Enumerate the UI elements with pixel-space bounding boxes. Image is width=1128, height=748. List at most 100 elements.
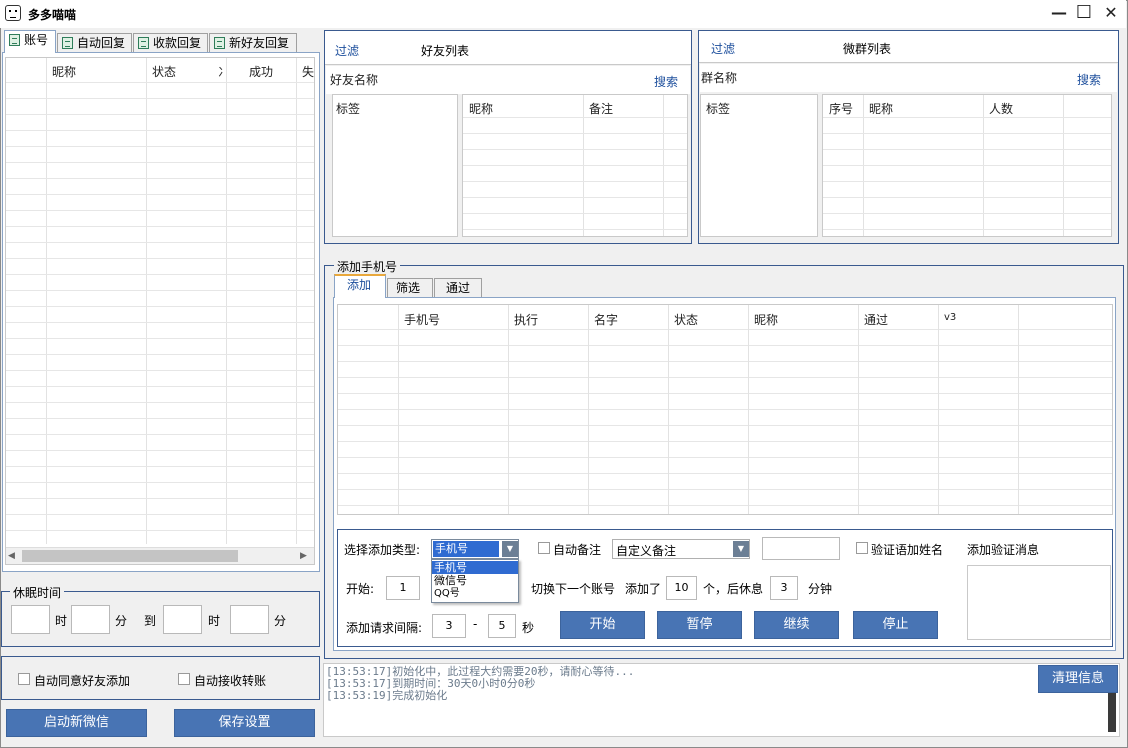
dropdown-option[interactable]: 手机号 [432,561,518,574]
dropdown-option[interactable]: 微信号 [432,574,518,587]
log-line: [13:53:19]完成初始化 [326,689,448,702]
add-type-select[interactable]: 手机号 ▼ [431,539,519,559]
column-header: 昵称 [52,65,77,79]
grid-row-line [6,194,314,195]
options-group: 自动同意好友添加 自动接收转账 [1,656,320,700]
grid-row-line [6,434,314,435]
account-table[interactable]: 昵称 状态 冫 成功 失 ◀ ▶ [5,57,315,565]
scroll-left-icon[interactable]: ◀ [8,551,15,561]
account-tab-panel: 昵称 状态 冫 成功 失 ◀ ▶ [2,52,320,572]
continue-button[interactable]: 继续 [754,611,839,639]
custom-remark-select[interactable]: 自定义备注 ▼ [612,539,750,559]
grid-row-line [338,505,1112,506]
column-header: 标签 [336,102,361,116]
to-label: 到 [144,614,157,628]
grid-line [748,305,749,514]
column-header: 名字 [594,313,619,327]
friend-tag-list[interactable]: 标签 [332,94,458,237]
auto-remark-checkbox[interactable] [538,542,550,554]
column-header: 手机号 [404,313,441,327]
auto-receive-checkbox[interactable] [178,673,190,685]
sleep-end-hour-input[interactable] [163,605,202,634]
save-settings-button[interactable]: 保存设置 [174,709,315,737]
minimize-icon[interactable]: — [1049,4,1069,24]
grid-row-line [338,425,1112,426]
tab-payment-reply[interactable]: 收款回复 [133,33,208,53]
auto-accept-checkbox[interactable] [18,673,30,685]
stop-button[interactable]: 停止 [853,611,938,639]
friend-list-header: 过滤 好友列表 [325,31,691,65]
pause-button[interactable]: 暂停 [657,611,742,639]
log-area[interactable]: [13:53:17]初始化中，此过程大约需要20秒，请耐心等待... [13:5… [323,663,1120,737]
friend-filter-link[interactable]: 过滤 [335,42,359,59]
column-header: 昵称 [754,313,779,327]
hour-label: 时 [55,614,68,628]
start-index-input[interactable]: 1 [386,576,420,600]
grid-row-line [463,229,687,230]
column-header: 状态 [674,313,699,327]
grid-row-line [823,197,1111,198]
document-icon [9,34,20,46]
column-header: 通过 [864,313,889,327]
dropdown-option[interactable]: QQ号 [432,587,518,600]
tab-filter[interactable]: 筛选 [387,278,433,298]
column-header: 序号 [829,102,854,116]
tab-new-friend-reply[interactable]: 新好友回复 [209,33,297,53]
tab-label: 添加 [347,278,372,292]
group-filter-link[interactable]: 过滤 [711,40,735,57]
column-header: 冫 [218,65,231,79]
friend-search-bar: 好友名称 搜索 [326,66,690,94]
grid-row-line [6,130,314,131]
grid-row-line [6,354,314,355]
start-button[interactable]: 开始 [560,611,645,639]
grid-row-line [463,149,687,150]
start-label: 开始: [346,582,375,596]
grid-row-line [6,498,314,499]
tab-account[interactable]: 账号 [4,30,56,53]
close-icon[interactable]: ✕ [1101,4,1121,24]
group-table[interactable]: 序号 昵称 人数 [822,94,1112,237]
interval-from-input[interactable]: 3 [432,614,466,638]
group-tag-list[interactable]: 标签 [700,94,818,237]
sleep-start-minute-input[interactable] [71,605,110,634]
maximize-icon[interactable]: ☐ [1074,4,1094,24]
sleep-start-hour-input[interactable] [11,605,50,634]
grid-row-line [6,146,314,147]
tab-pass[interactable]: 通过 [434,278,482,298]
grid-row-line [463,197,687,198]
grid-row-line [823,213,1111,214]
grid-row-line [6,386,314,387]
friend-search-button[interactable]: 搜索 [654,73,678,90]
log-scrollbar[interactable] [1108,692,1116,732]
chevron-down-icon[interactable]: ▼ [502,541,518,557]
scrollbar-thumb[interactable] [22,550,238,562]
grid-row-line [338,345,1112,346]
grid-row-line [6,402,314,403]
added-count-input[interactable]: 10 [666,576,697,600]
tab-auto-reply[interactable]: 自动回复 [57,33,132,53]
grid-row-line [6,114,314,115]
grid-row-line [6,338,314,339]
tab-add[interactable]: 添加 [334,274,386,298]
horizontal-scrollbar[interactable]: ◀ ▶ [6,547,314,564]
interval-to-input[interactable]: 5 [488,614,516,638]
phone-table[interactable]: 手机号 执行 名字 状态 昵称 通过 v3 [337,304,1113,515]
grid-row-line [463,117,687,118]
group-search-button[interactable]: 搜索 [1077,71,1101,88]
sleep-end-minute-input[interactable] [230,605,269,634]
tab-label: 自动回复 [77,36,126,50]
rest-minutes-input[interactable]: 3 [770,576,798,600]
verify-message-textarea[interactable] [967,565,1111,640]
grid-line [858,305,859,514]
launch-wechat-button[interactable]: 启动新微信 [6,709,147,737]
chevron-down-icon[interactable]: ▼ [733,541,749,557]
scroll-right-icon[interactable]: ▶ [300,551,307,561]
custom-remark-input[interactable] [762,537,840,560]
verify-name-checkbox[interactable] [856,542,868,554]
add-tab-panel: 手机号 执行 名字 状态 昵称 通过 v3 选择添加类型: 手机号 ▼ 手机号 … [333,297,1116,651]
clear-log-button[interactable]: 清理信息 [1038,665,1118,693]
switch-account-label: 切换下一个账号 [531,582,616,596]
document-icon [62,37,73,49]
friend-table[interactable]: 昵称 备注 [462,94,688,237]
column-header: 昵称 [469,102,494,116]
